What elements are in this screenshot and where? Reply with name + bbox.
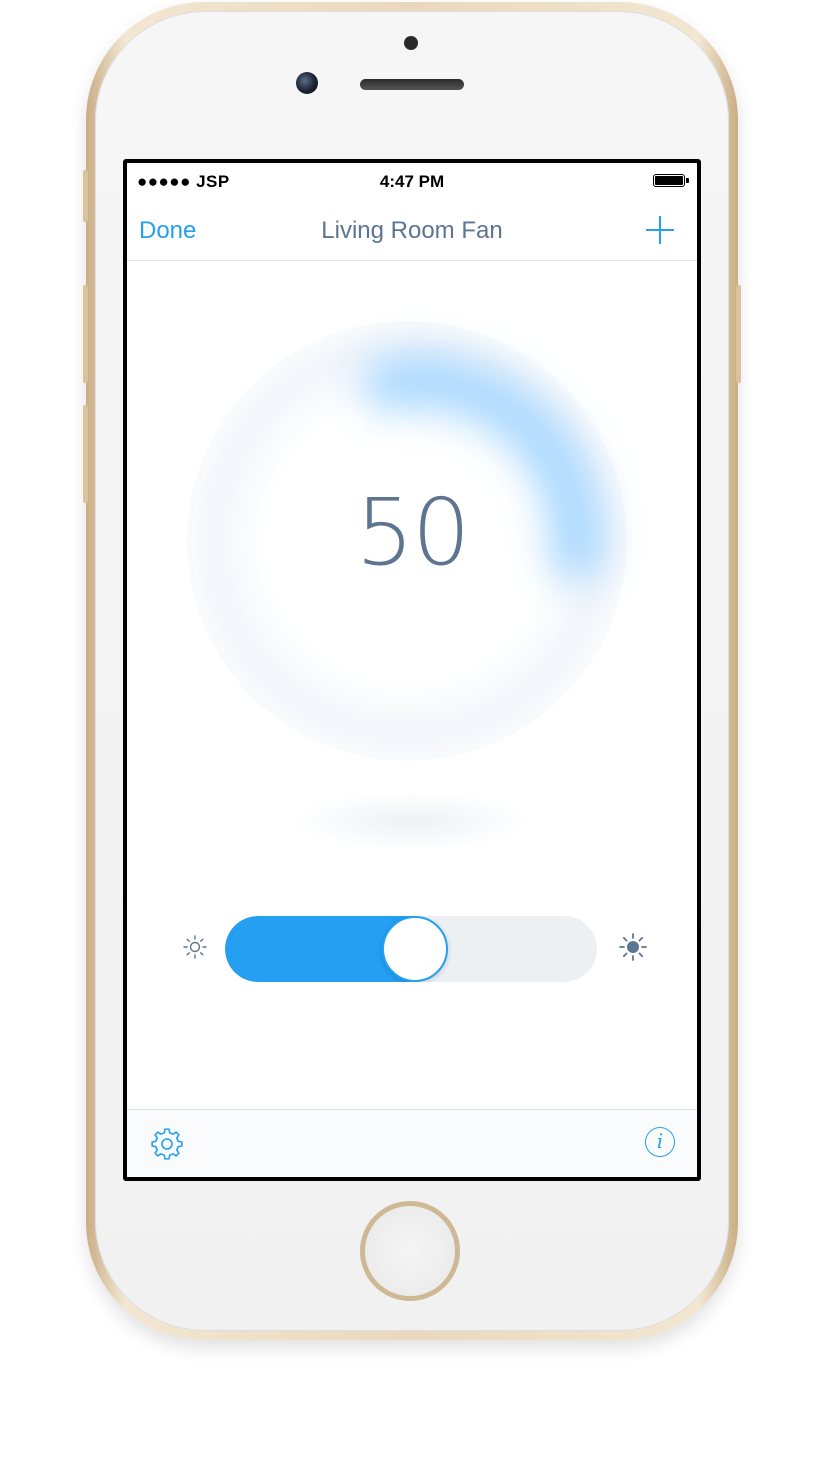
sun-small-icon bbox=[183, 935, 207, 959]
dial-value: 50 bbox=[355, 479, 470, 586]
home-button[interactable] bbox=[360, 1201, 460, 1301]
slider-thumb[interactable] bbox=[382, 916, 448, 982]
navigation-bar: Done Living Room Fan bbox=[127, 203, 697, 261]
volume-up-button bbox=[83, 285, 88, 383]
proximity-sensor bbox=[404, 36, 418, 50]
page-title: Living Room Fan bbox=[321, 217, 503, 244]
brightness-slider-row bbox=[127, 916, 697, 986]
bottom-toolbar: i bbox=[127, 1109, 697, 1177]
brightness-slider[interactable] bbox=[225, 916, 597, 982]
status-time: 4:47 PM bbox=[379, 172, 445, 191]
plus-icon[interactable] bbox=[643, 213, 677, 247]
info-button[interactable]: i bbox=[645, 1127, 675, 1157]
dial-shadow bbox=[292, 791, 532, 851]
front-camera bbox=[296, 72, 318, 94]
gear-icon[interactable] bbox=[149, 1126, 185, 1162]
phone-screen: ●●●●● JSP 4:47 PM Done Living Room Fan 5… bbox=[123, 159, 701, 1181]
sun-large-icon bbox=[619, 933, 647, 961]
status-bar: ●●●●● JSP 4:47 PM bbox=[127, 163, 697, 203]
volume-down-button bbox=[83, 405, 88, 503]
earpiece-speaker bbox=[360, 79, 464, 90]
app-screen: ●●●●● JSP 4:47 PM Done Living Room Fan 5… bbox=[127, 163, 697, 1177]
fan-speed-dial[interactable]: 50 bbox=[127, 261, 697, 901]
power-button bbox=[736, 285, 741, 383]
battery-icon bbox=[653, 174, 689, 187]
mute-switch bbox=[83, 170, 88, 222]
